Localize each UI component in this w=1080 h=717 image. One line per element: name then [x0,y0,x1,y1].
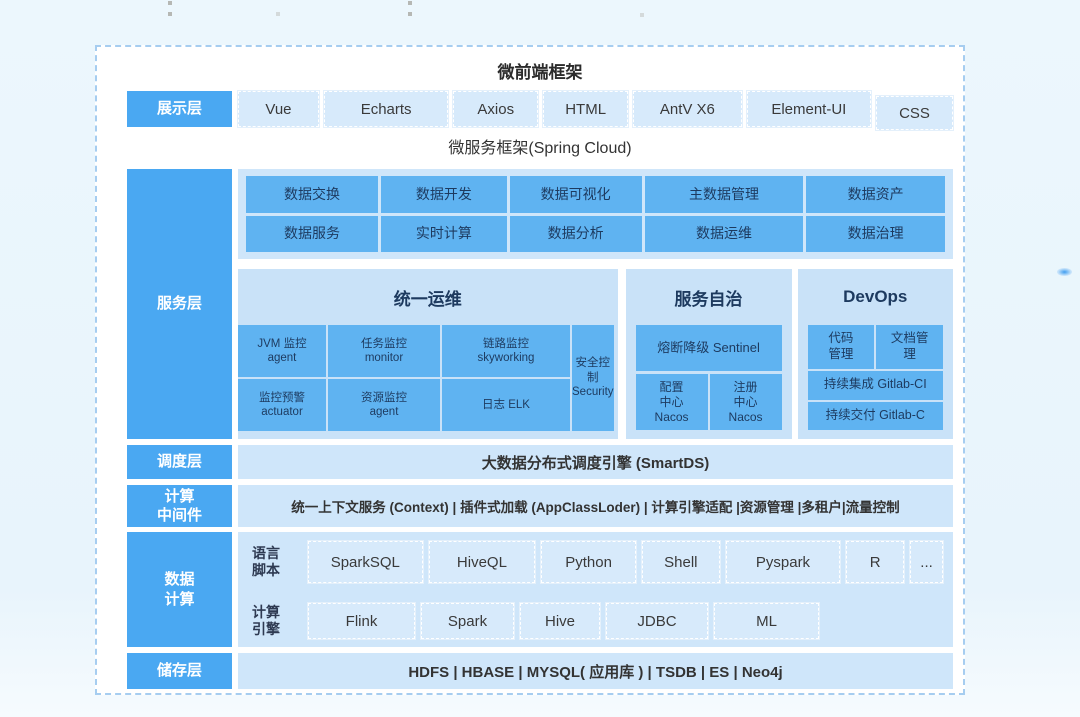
app-cell-data-service: 数据服务 [246,216,378,253]
tech-box-html: HTML [543,91,628,127]
tech-box-element-ui: Element-UI [747,91,871,127]
tech-box-echarts: Echarts [324,91,448,127]
ops-cell-task-monitor: 任务监控 monitor [328,325,440,377]
storage-content: HDFS | HBASE | MYSQL( 应用库 ) | TSDB | ES … [238,653,953,689]
devops-cell-doc-mgmt: 文档管 理 [876,325,943,369]
storage-layer-label: 储存层 [127,653,232,689]
devops-cell-cd: 持续交付 Gitlab-C [808,402,943,431]
data-apps-panel: 数据交换 数据开发 数据可视化 主数据管理 数据资产 数据服务 实时计算 数据分… [238,169,953,259]
scan-artifact [640,13,644,17]
display-layer-row: 展示层 Vue Echarts Axios HTML AntV X6 Eleme… [127,91,953,127]
engine-box-spark: Spark [421,603,514,639]
storage-layer-row: 储存层 HDFS | HBASE | MYSQL( 应用库 ) | TSDB |… [127,653,953,689]
scan-artifact [276,12,280,16]
autonomy-cell-sentinel: 熔断降级 Sentinel [636,325,782,371]
engine-box-hive: Hive [520,603,600,639]
app-cell-data-ops: 数据运维 [645,216,804,253]
devops-top-row: 代码 管理 文档管 理 [808,325,943,369]
compute-engine-boxes: Flink Spark Hive JDBC ML [308,603,943,639]
engine-box-jdbc: JDBC [606,603,708,639]
scan-artifact [408,12,412,16]
service-autonomy-title: 服务自治 [626,269,792,325]
app-cell-realtime-calc: 实时计算 [381,216,507,253]
ops-cell-alert: 监控预警 actuator [238,379,326,431]
ops-cell-jvm-monitor: JVM 监控 agent [238,325,326,377]
devops-panel: DevOps 代码 管理 文档管 理 持续集成 Gitlab-CI 持续交付 G… [798,269,953,439]
app-cell-data-governance: 数据治理 [806,216,945,253]
compute-engines-label: 计算 引擎 [248,604,308,639]
script-box-sparksql: SparkSQL [308,541,423,583]
service-layer-content: 数据交换 数据开发 数据可视化 主数据管理 数据资产 数据服务 实时计算 数据分… [238,169,953,439]
script-box-hiveql: HiveQL [429,541,536,583]
app-cell-data-exchange: 数据交换 [246,176,378,213]
unified-ops-grid: JVM 监控 agent 任务监控 monitor 链路监控 skyworkin… [238,325,614,431]
scheduler-content: 大数据分布式调度引擎 (SmartDS) [238,445,953,479]
autonomy-bottom-row: 配置 中心 Nacos 注册 中心 Nacos [636,374,782,430]
script-box-pyspark: Pyspark [726,541,841,583]
display-layer-label: 展示层 [127,91,232,127]
script-languages-row: 语言 脚本 SparkSQL HiveQL Python Shell Pyspa… [248,541,943,583]
scan-artifact [168,12,172,16]
scan-artifact [168,1,172,5]
tech-box-axios: Axios [453,91,538,127]
engine-box-flink: Flink [308,603,415,639]
tech-box-vue: Vue [238,91,319,127]
app-cell-data-viz: 数据可视化 [510,176,642,213]
script-language-boxes: SparkSQL HiveQL Python Shell Pyspark R .… [308,541,943,583]
scan-artifact [408,1,412,5]
middleware-content: 统一上下文服务 (Context) | 插件式加载 (AppClassLoder… [238,485,953,527]
app-cell-master-data: 主数据管理 [645,176,804,213]
script-box-python: Python [541,541,636,583]
compute-layer-label: 数据 计算 [127,532,232,647]
app-cell-data-analysis: 数据分析 [510,216,642,253]
scheduler-layer-label: 调度层 [127,445,232,479]
devops-cell-ci: 持续集成 Gitlab-CI [808,371,943,400]
service-layer-label: 服务层 [127,169,232,439]
devops-title: DevOps [798,269,953,325]
compute-engines-row: 计算 引擎 Flink Spark Hive JDBC ML [248,603,943,639]
service-layer-row: 服务层 数据交换 数据开发 数据可视化 主数据管理 数据资产 数据服务 实时计算… [127,169,953,439]
data-apps-grid: 数据交换 数据开发 数据可视化 主数据管理 数据资产 数据服务 实时计算 数据分… [246,176,945,252]
diagram-title: 微前端框架 [127,49,953,91]
architecture-diagram: 微前端框架 展示层 Vue Echarts Axios HTML AntV X6… [95,45,965,695]
autonomy-cell-config-center: 配置 中心 Nacos [636,374,708,430]
app-cell-data-asset: 数据资产 [806,176,945,213]
cursor-dot [1057,268,1072,276]
unified-ops-panel: 统一运维 JVM 监控 agent 任务监控 monitor 链路监控 skyw… [238,269,618,439]
autonomy-cell-registry-center: 注册 中心 Nacos [710,374,782,430]
display-layer-items: Vue Echarts Axios HTML AntV X6 Element-U… [238,91,953,127]
service-autonomy-panel: 服务自治 熔断降级 Sentinel 配置 中心 Nacos 注册 中心 Nac… [626,269,792,439]
middleware-layer-label: 计算 中间件 [127,485,232,527]
script-box-more: ... [910,541,943,583]
ops-cell-log-elk: 日志 ELK [442,379,570,431]
devops-body: 代码 管理 文档管 理 持续集成 Gitlab-CI 持续交付 Gitlab-C [808,325,943,430]
middleware-layer-row: 计算 中间件 统一上下文服务 (Context) | 插件式加载 (AppCla… [127,485,953,527]
script-box-shell: Shell [642,541,720,583]
devops-cell-code-mgmt: 代码 管理 [808,325,875,369]
compute-panel: 语言 脚本 SparkSQL HiveQL Python Shell Pyspa… [238,532,953,647]
ops-cell-trace-monitor: 链路监控 skyworking [442,325,570,377]
service-sub-panels: 统一运维 JVM 监控 agent 任务监控 monitor 链路监控 skyw… [238,269,953,439]
service-autonomy-body: 熔断降级 Sentinel 配置 中心 Nacos 注册 中心 Nacos [636,325,782,430]
tech-box-antv: AntV X6 [633,91,742,127]
ops-cell-security: 安全控制 Security [572,325,614,431]
tech-box-css: CSS [876,96,953,130]
unified-ops-title: 统一运维 [238,269,618,325]
ops-cell-resource-monitor: 资源监控 agent [328,379,440,431]
script-box-r: R [846,541,904,583]
engine-box-ml: ML [714,603,819,639]
scheduler-layer-row: 调度层 大数据分布式调度引擎 (SmartDS) [127,445,953,479]
script-languages-label: 语言 脚本 [248,545,308,580]
microservice-framework-caption: 微服务框架(Spring Cloud) [127,127,953,165]
compute-layer-row: 数据 计算 语言 脚本 SparkSQL HiveQL Python Shell… [127,532,953,647]
app-cell-data-dev: 数据开发 [381,176,507,213]
